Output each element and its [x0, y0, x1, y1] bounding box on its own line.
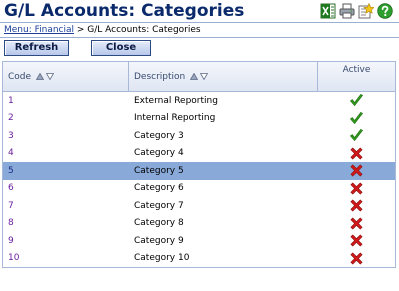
inactive-cross-icon — [350, 252, 363, 265]
cell-active — [318, 163, 395, 178]
refresh-button[interactable]: Refresh — [4, 40, 69, 56]
cell-code[interactable]: 7 — [3, 201, 129, 211]
table-row[interactable]: 7 Category 7 — [3, 197, 395, 215]
active-check-icon — [349, 111, 364, 124]
inactive-cross-icon — [350, 217, 363, 230]
cell-code[interactable]: 1 — [3, 96, 129, 106]
cell-description: Category 5 — [134, 165, 184, 176]
cell-active — [318, 128, 395, 143]
sort-descending-icon[interactable] — [200, 73, 209, 80]
column-header-code[interactable]: Code — [3, 62, 129, 91]
code-sort-controls — [36, 73, 55, 80]
sort-ascending-icon[interactable] — [190, 73, 199, 80]
cell-description: External Reporting — [134, 95, 218, 106]
column-header-active-label: Active — [342, 65, 371, 75]
help-icon[interactable] — [377, 3, 393, 19]
cell-code[interactable]: 8 — [3, 218, 129, 228]
cell-active — [318, 181, 395, 196]
table-row[interactable]: 3 Category 3 — [3, 127, 395, 145]
cell-description: Internal Reporting — [134, 113, 216, 124]
cell-description: Category 7 — [134, 200, 184, 211]
inactive-cross-icon — [350, 199, 363, 212]
table-row[interactable]: 2 Internal Reporting — [3, 110, 395, 128]
breadcrumb-current: G/L Accounts: Categories — [87, 25, 201, 35]
cell-code[interactable]: 9 — [3, 236, 129, 246]
favorites-icon[interactable] — [358, 3, 374, 19]
active-check-icon — [349, 94, 364, 107]
cell-code[interactable]: 3 — [3, 131, 129, 141]
print-icon[interactable] — [339, 3, 355, 19]
table-row[interactable]: 5 Category 5 — [3, 162, 395, 180]
sort-descending-icon[interactable] — [46, 73, 55, 80]
inactive-cross-icon — [350, 164, 363, 177]
column-header-description-label: Description — [134, 71, 186, 82]
column-header-code-label: Code — [8, 71, 32, 82]
cell-code[interactable]: 4 — [3, 148, 129, 158]
sort-ascending-icon[interactable] — [36, 73, 45, 80]
table-row[interactable]: 10 Category 10 — [3, 250, 395, 268]
table-row[interactable]: 6 Category 6 — [3, 180, 395, 198]
breadcrumb-trail: Menu: Financial > G/L Accounts: Categori… — [4, 23, 201, 37]
cell-active — [318, 111, 395, 126]
cell-active — [318, 216, 395, 231]
cell-active — [318, 233, 395, 248]
excel-export-icon[interactable] — [320, 3, 336, 19]
categories-grid: Code Description Active 1 External Repor… — [2, 61, 396, 268]
table-row[interactable]: 1 External Reporting — [3, 92, 395, 110]
cell-description: Category 10 — [134, 253, 190, 264]
cell-description: Category 6 — [134, 183, 184, 194]
breadcrumb: Menu: Financial > G/L Accounts: Categori… — [0, 22, 399, 38]
cell-description: Category 4 — [134, 148, 184, 159]
column-header-active[interactable]: Active — [318, 62, 395, 91]
table-row[interactable]: 9 Category 9 — [3, 232, 395, 250]
cell-description: Category 8 — [134, 218, 184, 229]
active-check-icon — [349, 129, 364, 142]
toolbar-icons — [320, 3, 393, 19]
inactive-cross-icon — [350, 234, 363, 247]
inactive-cross-icon — [350, 182, 363, 195]
page: G/L Accounts: Categories Menu: Financial… — [0, 0, 399, 291]
cell-code[interactable]: 2 — [3, 113, 129, 123]
close-button[interactable]: Close — [91, 40, 151, 56]
cell-code[interactable]: 10 — [3, 253, 129, 263]
cell-active — [318, 93, 395, 108]
cell-description: Category 3 — [134, 130, 184, 141]
cell-code[interactable]: 6 — [3, 183, 129, 193]
cell-active — [318, 251, 395, 266]
grid-header: Code Description Active — [3, 62, 395, 92]
column-header-description[interactable]: Description — [129, 62, 318, 91]
title-bar: G/L Accounts: Categories — [0, 0, 399, 22]
cell-code[interactable]: 5 — [3, 166, 129, 176]
page-title: G/L Accounts: Categories — [4, 1, 245, 21]
table-row[interactable]: 4 Category 4 — [3, 145, 395, 163]
breadcrumb-separator: > — [74, 25, 88, 35]
inactive-cross-icon — [350, 147, 363, 160]
cell-active — [318, 198, 395, 213]
breadcrumb-link-financial-menu[interactable]: Menu: Financial — [4, 25, 74, 35]
cell-description: Category 9 — [134, 235, 184, 246]
button-row: Refresh Close — [4, 40, 151, 56]
cell-active — [318, 146, 395, 161]
table-row[interactable]: 8 Category 8 — [3, 215, 395, 233]
description-sort-controls — [190, 73, 209, 80]
grid-body: 1 External Reporting 2 Internal Reporting 3 C… — [3, 92, 395, 267]
